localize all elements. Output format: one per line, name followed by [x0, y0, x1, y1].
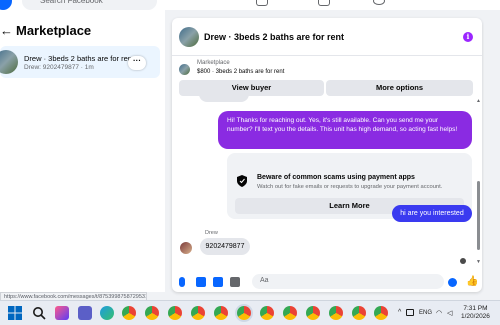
- chrome-icon[interactable]: [168, 306, 182, 320]
- home-icon[interactable]: [256, 0, 268, 6]
- copilot-icon[interactable]: [55, 306, 69, 320]
- marketplace-conversation-list: ← Marketplace Drew · 3beds 2 baths are f…: [0, 10, 165, 292]
- back-arrow-icon[interactable]: ←: [0, 23, 13, 38]
- chrome-icon[interactable]: [191, 306, 205, 320]
- chrome-icon[interactable]: [283, 306, 297, 320]
- battery-icon[interactable]: [406, 309, 414, 316]
- message-input[interactable]: Aa: [252, 274, 444, 289]
- search-icon[interactable]: [32, 306, 46, 320]
- chrome-icon[interactable]: [214, 306, 228, 320]
- chat-title[interactable]: Drew · 3beds 2 baths are for rent: [204, 32, 344, 42]
- conversation-preview: Drew: 9202479877 · 1m: [24, 64, 94, 71]
- windows-taskbar: ^ ENG ◠ ◁ 7:31 PM 1/20/2026: [0, 300, 500, 325]
- emoji-icon[interactable]: [448, 278, 457, 287]
- scroll-up-arrow-icon[interactable]: ▲: [476, 98, 481, 104]
- right-edge-panel: [484, 10, 500, 292]
- groups-icon[interactable]: [318, 0, 330, 6]
- sender-name: Drew: [205, 230, 218, 236]
- clock-date: 1/20/2026: [461, 313, 490, 320]
- windows-start-icon[interactable]: [8, 306, 22, 320]
- thumbs-up-icon[interactable]: 👍: [466, 276, 478, 287]
- language-indicator[interactable]: ENG: [419, 310, 432, 316]
- chrome-icon[interactable]: [237, 306, 251, 320]
- clock-time: 7:31 PM: [463, 305, 488, 312]
- listing-price-title[interactable]: $800 · 3beds 2 baths are for rent: [197, 69, 284, 75]
- sticker-icon[interactable]: [213, 277, 223, 287]
- conversation-list-item[interactable]: Drew · 3beds 2 baths are for rent Drew: …: [0, 46, 160, 78]
- microphone-icon[interactable]: [179, 277, 185, 287]
- message-composer: Aa 👍: [172, 271, 482, 292]
- listing-avatar[interactable]: [179, 27, 199, 47]
- chat-panel: Drew · 3beds 2 baths are for rent i Mark…: [172, 18, 482, 292]
- message-bubble-sent: hi are you interested: [392, 205, 472, 222]
- wifi-icon[interactable]: ◠: [436, 309, 442, 317]
- gif-icon[interactable]: [230, 277, 240, 287]
- more-options-button[interactable]: More options: [326, 80, 473, 96]
- seen-indicator-avatar: [460, 258, 466, 264]
- scroll-down-arrow-icon[interactable]: ▼: [476, 259, 481, 265]
- message-bubble-received: 9202479877: [200, 238, 250, 255]
- listing-thumbnail: [0, 50, 18, 74]
- scam-warning-title: Beware of common scams using payment app…: [257, 174, 415, 181]
- edge-icon[interactable]: [100, 306, 114, 320]
- profile-icon[interactable]: [373, 0, 385, 5]
- facebook-logo-icon[interactable]: [0, 0, 12, 10]
- chrome-icon[interactable]: [122, 306, 136, 320]
- teams-icon[interactable]: [78, 306, 92, 320]
- shield-icon: [237, 175, 247, 187]
- page-title: Marketplace: [16, 22, 92, 38]
- system-clock[interactable]: 7:31 PM 1/20/2026: [461, 305, 490, 321]
- show-hidden-icons-chevron-icon[interactable]: ^: [398, 309, 401, 316]
- message-bubble-sent: Hi! Thanks for reaching out. Yes, it's s…: [218, 111, 472, 149]
- photo-icon[interactable]: [196, 277, 206, 287]
- conversation-title: Drew · 3beds 2 baths are for rent: [24, 54, 132, 63]
- volume-icon[interactable]: ◁: [447, 309, 452, 317]
- left-panel-header: ← Marketplace: [0, 20, 91, 40]
- sender-avatar[interactable]: [180, 242, 192, 254]
- chat-header: Drew · 3beds 2 baths are for rent i: [172, 18, 482, 56]
- scam-warning-subtitle: Watch out for fake emails or requests to…: [257, 184, 443, 190]
- facebook-top-bar: Search Facebook: [0, 0, 500, 10]
- search-input[interactable]: Search Facebook: [22, 0, 157, 10]
- chrome-icon[interactable]: [374, 306, 388, 320]
- chrome-icon[interactable]: [260, 306, 274, 320]
- chat-scrollbar-thumb[interactable]: [477, 181, 480, 250]
- info-icon[interactable]: i: [463, 32, 473, 42]
- chrome-icon[interactable]: [306, 306, 320, 320]
- chrome-icon[interactable]: [352, 306, 366, 320]
- chrome-icon[interactable]: [145, 306, 159, 320]
- more-options-icon[interactable]: ···: [128, 56, 146, 70]
- marketplace-listing-thumbnail: [179, 64, 190, 75]
- chrome-icon[interactable]: [329, 306, 343, 320]
- marketplace-label: Marketplace: [197, 60, 230, 66]
- partial-message-bubble: [199, 94, 249, 102]
